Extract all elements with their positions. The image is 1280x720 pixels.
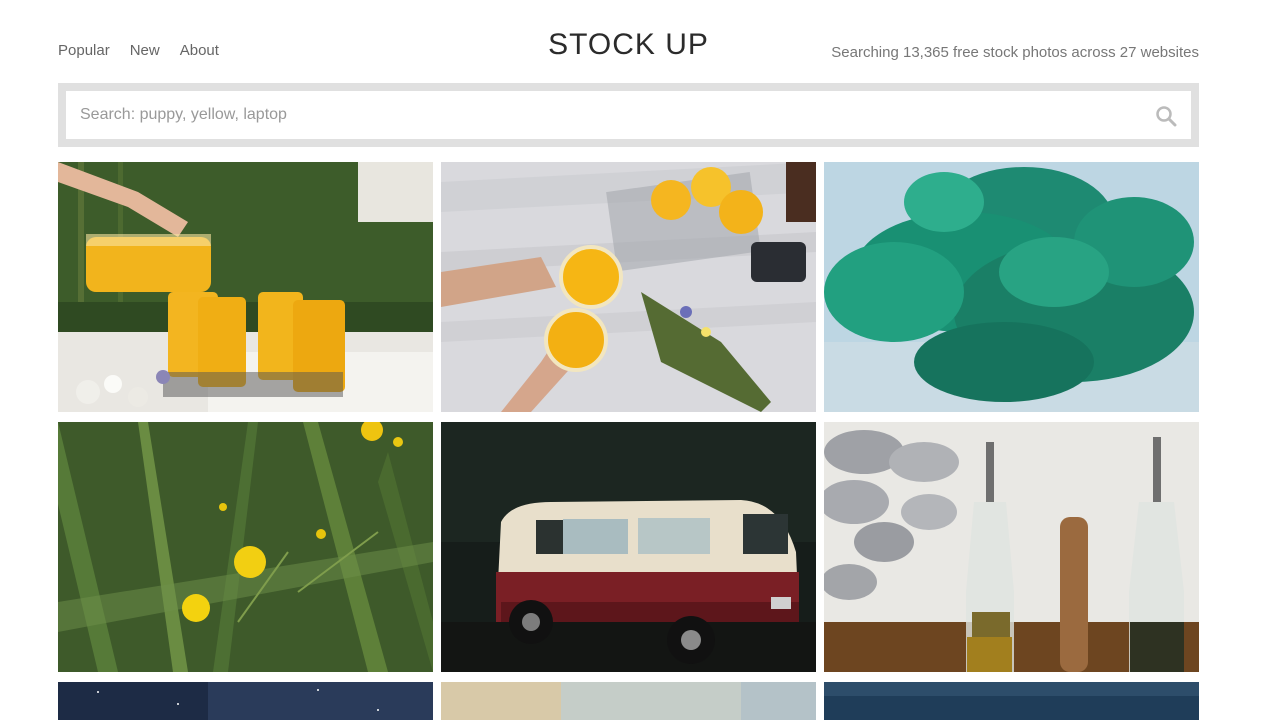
search-bar [58, 83, 1199, 147]
photo-yellow-wildflowers[interactable] [58, 422, 433, 672]
photo-orange-juice-picnic[interactable] [58, 162, 433, 412]
photo-grid [58, 162, 1199, 720]
header: Popular New About STOCK UP Searching 13,… [58, 0, 1199, 82]
photo-blue-dusk[interactable] [824, 682, 1199, 720]
photo-juice-glasses-blanket[interactable] [441, 162, 816, 412]
search-icon[interactable] [1155, 105, 1177, 127]
photo-oil-bottles[interactable] [824, 422, 1199, 672]
photo-green-smoke[interactable] [824, 162, 1199, 412]
search-input[interactable] [66, 91, 1191, 139]
photo-vintage-van[interactable] [441, 422, 816, 672]
search-stats: Searching 13,365 free stock photos acros… [831, 44, 1199, 61]
photo-sunset-sky[interactable] [441, 682, 816, 720]
search-box [66, 91, 1191, 139]
photo-night-sky[interactable] [58, 682, 433, 720]
